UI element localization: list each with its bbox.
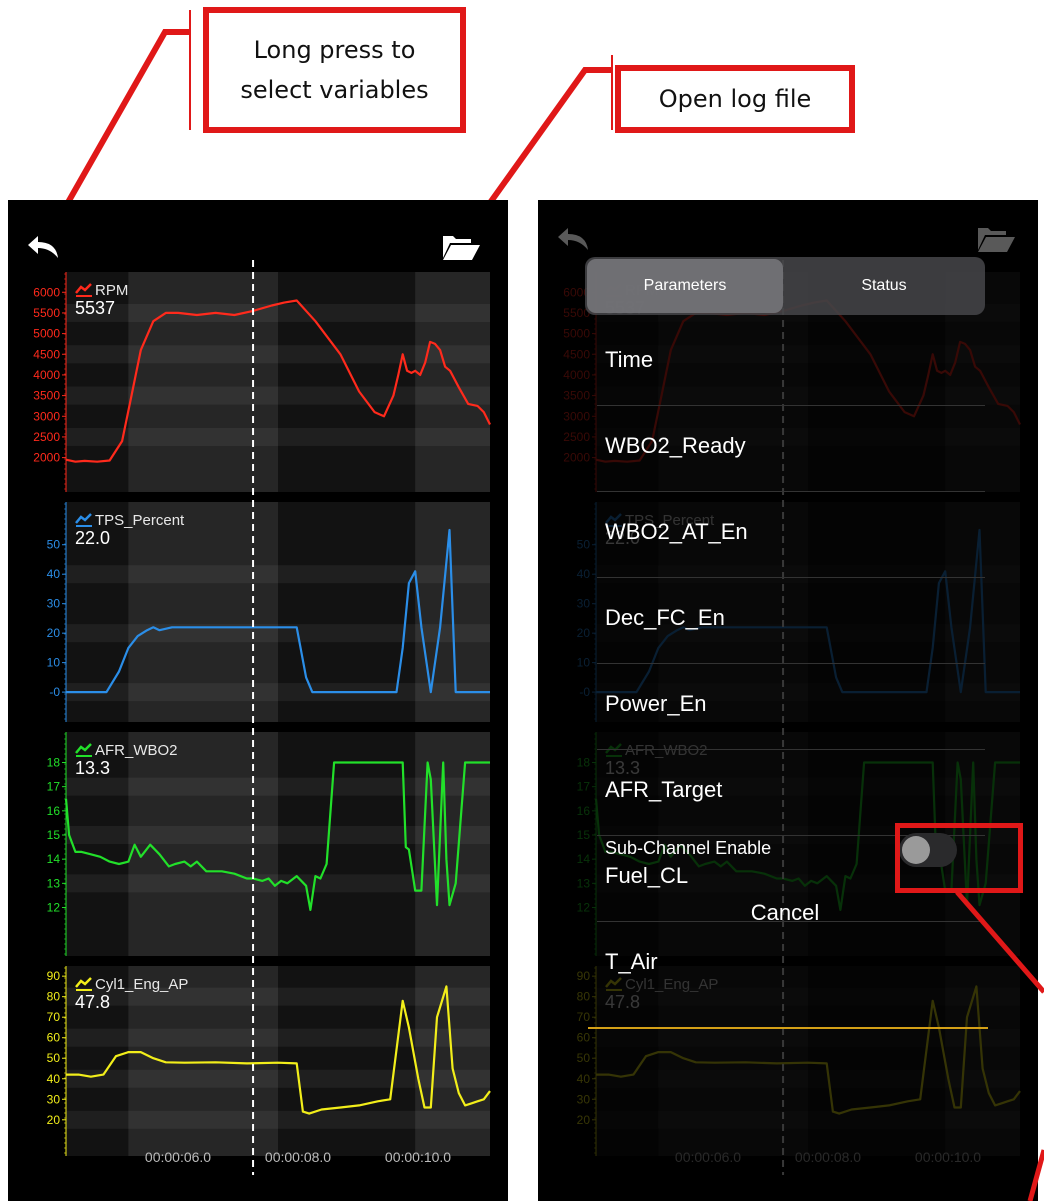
- y-tick-label: 40: [47, 567, 61, 581]
- x-tick-label: 00:00:10.0: [915, 1149, 981, 1165]
- parameter-item[interactable]: T_Air: [605, 949, 658, 975]
- grid-band: [66, 1028, 490, 1047]
- series-name: Cyl1_Eng_AP: [95, 976, 188, 993]
- series-name: RPM: [95, 282, 128, 299]
- grid-band: [66, 565, 490, 584]
- cancel-button[interactable]: Cancel: [585, 900, 985, 926]
- callout-open-log: Open log file: [615, 65, 855, 133]
- grid-band: [66, 826, 490, 844]
- callout-long-press: Long press to select variables: [203, 7, 466, 133]
- y-tick-label: 20: [577, 1113, 591, 1127]
- y-tick-label: 30: [47, 597, 61, 611]
- series-name: TPS_Percent: [95, 512, 185, 529]
- grid-band: [66, 1110, 490, 1129]
- grid-band: [66, 1069, 490, 1088]
- y-tick-label: 18: [47, 756, 61, 770]
- x-tick-label: 00:00:06.0: [145, 1149, 211, 1165]
- series-value: 13.3: [75, 758, 110, 778]
- parameter-item[interactable]: Dec_FC_En: [605, 605, 725, 631]
- segment-control: Parameters Status: [585, 257, 985, 315]
- y-tick-label: 60: [577, 1031, 591, 1045]
- list-separator: [597, 577, 985, 578]
- y-tick-label: 2000: [33, 451, 60, 465]
- list-separator: [597, 491, 985, 492]
- grid-band: [596, 1070, 1020, 1088]
- series-name: AFR_WBO2: [95, 742, 178, 759]
- callout-long-press-line2: select variables: [240, 76, 429, 104]
- x-tick-label: 00:00:06.0: [675, 1149, 741, 1165]
- parameter-item[interactable]: Power_En: [605, 691, 707, 717]
- parameter-item[interactable]: WBO2_AT_En: [605, 519, 748, 545]
- grid-band: [596, 1029, 1020, 1047]
- list-separator: [597, 663, 985, 664]
- y-tick-label: 40: [577, 1072, 591, 1086]
- sub-channel-highlight: [895, 823, 1023, 893]
- y-tick-label: 90: [47, 969, 61, 983]
- callout-line-left: [55, 29, 190, 222]
- y-tick-label: 30: [47, 1092, 61, 1106]
- y-tick-label: 5000: [33, 327, 60, 341]
- y-tick-label: 60: [47, 1031, 61, 1045]
- grid-band: [596, 1111, 1020, 1129]
- series-value: 5537: [75, 298, 115, 318]
- x-tick-label: 00:00:08.0: [795, 1149, 861, 1165]
- parameter-picker: Parameters Status Time WBO2_Ready WBO2_AT_…: [585, 257, 985, 1017]
- parameter-item[interactable]: Fuel_CL: [605, 863, 688, 889]
- grid-band: [66, 427, 490, 446]
- x-tick-label: 00:00:08.0: [265, 1149, 331, 1165]
- parameter-item[interactable]: AFR_Target: [605, 777, 722, 803]
- parameter-item[interactable]: WBO2_Ready: [605, 433, 746, 459]
- y-tick-label: 80: [47, 990, 61, 1004]
- callout-long-press-line1: Long press to: [253, 36, 416, 64]
- y-tick-label: 13: [47, 876, 61, 890]
- parameter-picker-screen: 600055005000450040003500300025002000RPM5…: [538, 200, 1038, 1201]
- y-tick-label: 6000: [33, 285, 60, 299]
- tab-status[interactable]: Status: [785, 259, 983, 313]
- y-tick-label: 70: [47, 1010, 61, 1024]
- timeline-marker: [588, 1027, 988, 1029]
- y-tick-label: 3500: [33, 389, 60, 403]
- y-tick-label: 50: [577, 1051, 591, 1065]
- chart-stack: 600055005000450040003500300025002000RPM5…: [33, 260, 491, 1175]
- list-separator: [597, 405, 985, 406]
- y-tick-label: 40: [47, 1072, 61, 1086]
- sub-channel-label: Sub-Channel Enable: [605, 838, 772, 858]
- y-tick-label: 12: [47, 901, 61, 915]
- y-tick-label: -0: [49, 685, 60, 699]
- y-tick-label: 4000: [33, 368, 60, 382]
- y-tick-label: 20: [47, 1113, 61, 1127]
- y-tick-label: 5500: [33, 306, 60, 320]
- y-tick-label: 20: [47, 626, 61, 640]
- y-tick-label: 30: [577, 1092, 591, 1106]
- y-tick-label: 50: [47, 538, 61, 552]
- y-tick-label: 14: [47, 852, 61, 866]
- x-tick-label: 00:00:10.0: [385, 1149, 451, 1165]
- y-tick-label: 10: [47, 656, 61, 670]
- parameter-item[interactable]: Time: [605, 347, 653, 373]
- y-tick-label: 4500: [33, 347, 60, 361]
- series-value: 47.8: [75, 992, 110, 1012]
- y-tick-label: 50: [47, 1051, 61, 1065]
- y-tick-label: 17: [47, 780, 61, 794]
- y-tick-label: 2500: [33, 430, 60, 444]
- log-viewer-screen: 6000 5500 5000 4500 4000 3500 3000 2500 2000 RPM 5…: [8, 200, 508, 1201]
- y-tick-label: 3000: [33, 409, 60, 423]
- grid-band: [66, 303, 490, 322]
- grid-band: [66, 683, 490, 702]
- y-tick-label: 15: [47, 828, 61, 842]
- list-separator: [597, 749, 985, 750]
- tab-parameters[interactable]: Parameters: [587, 259, 783, 313]
- series-value: 22.0: [75, 528, 110, 548]
- y-tick-label: 16: [47, 804, 61, 818]
